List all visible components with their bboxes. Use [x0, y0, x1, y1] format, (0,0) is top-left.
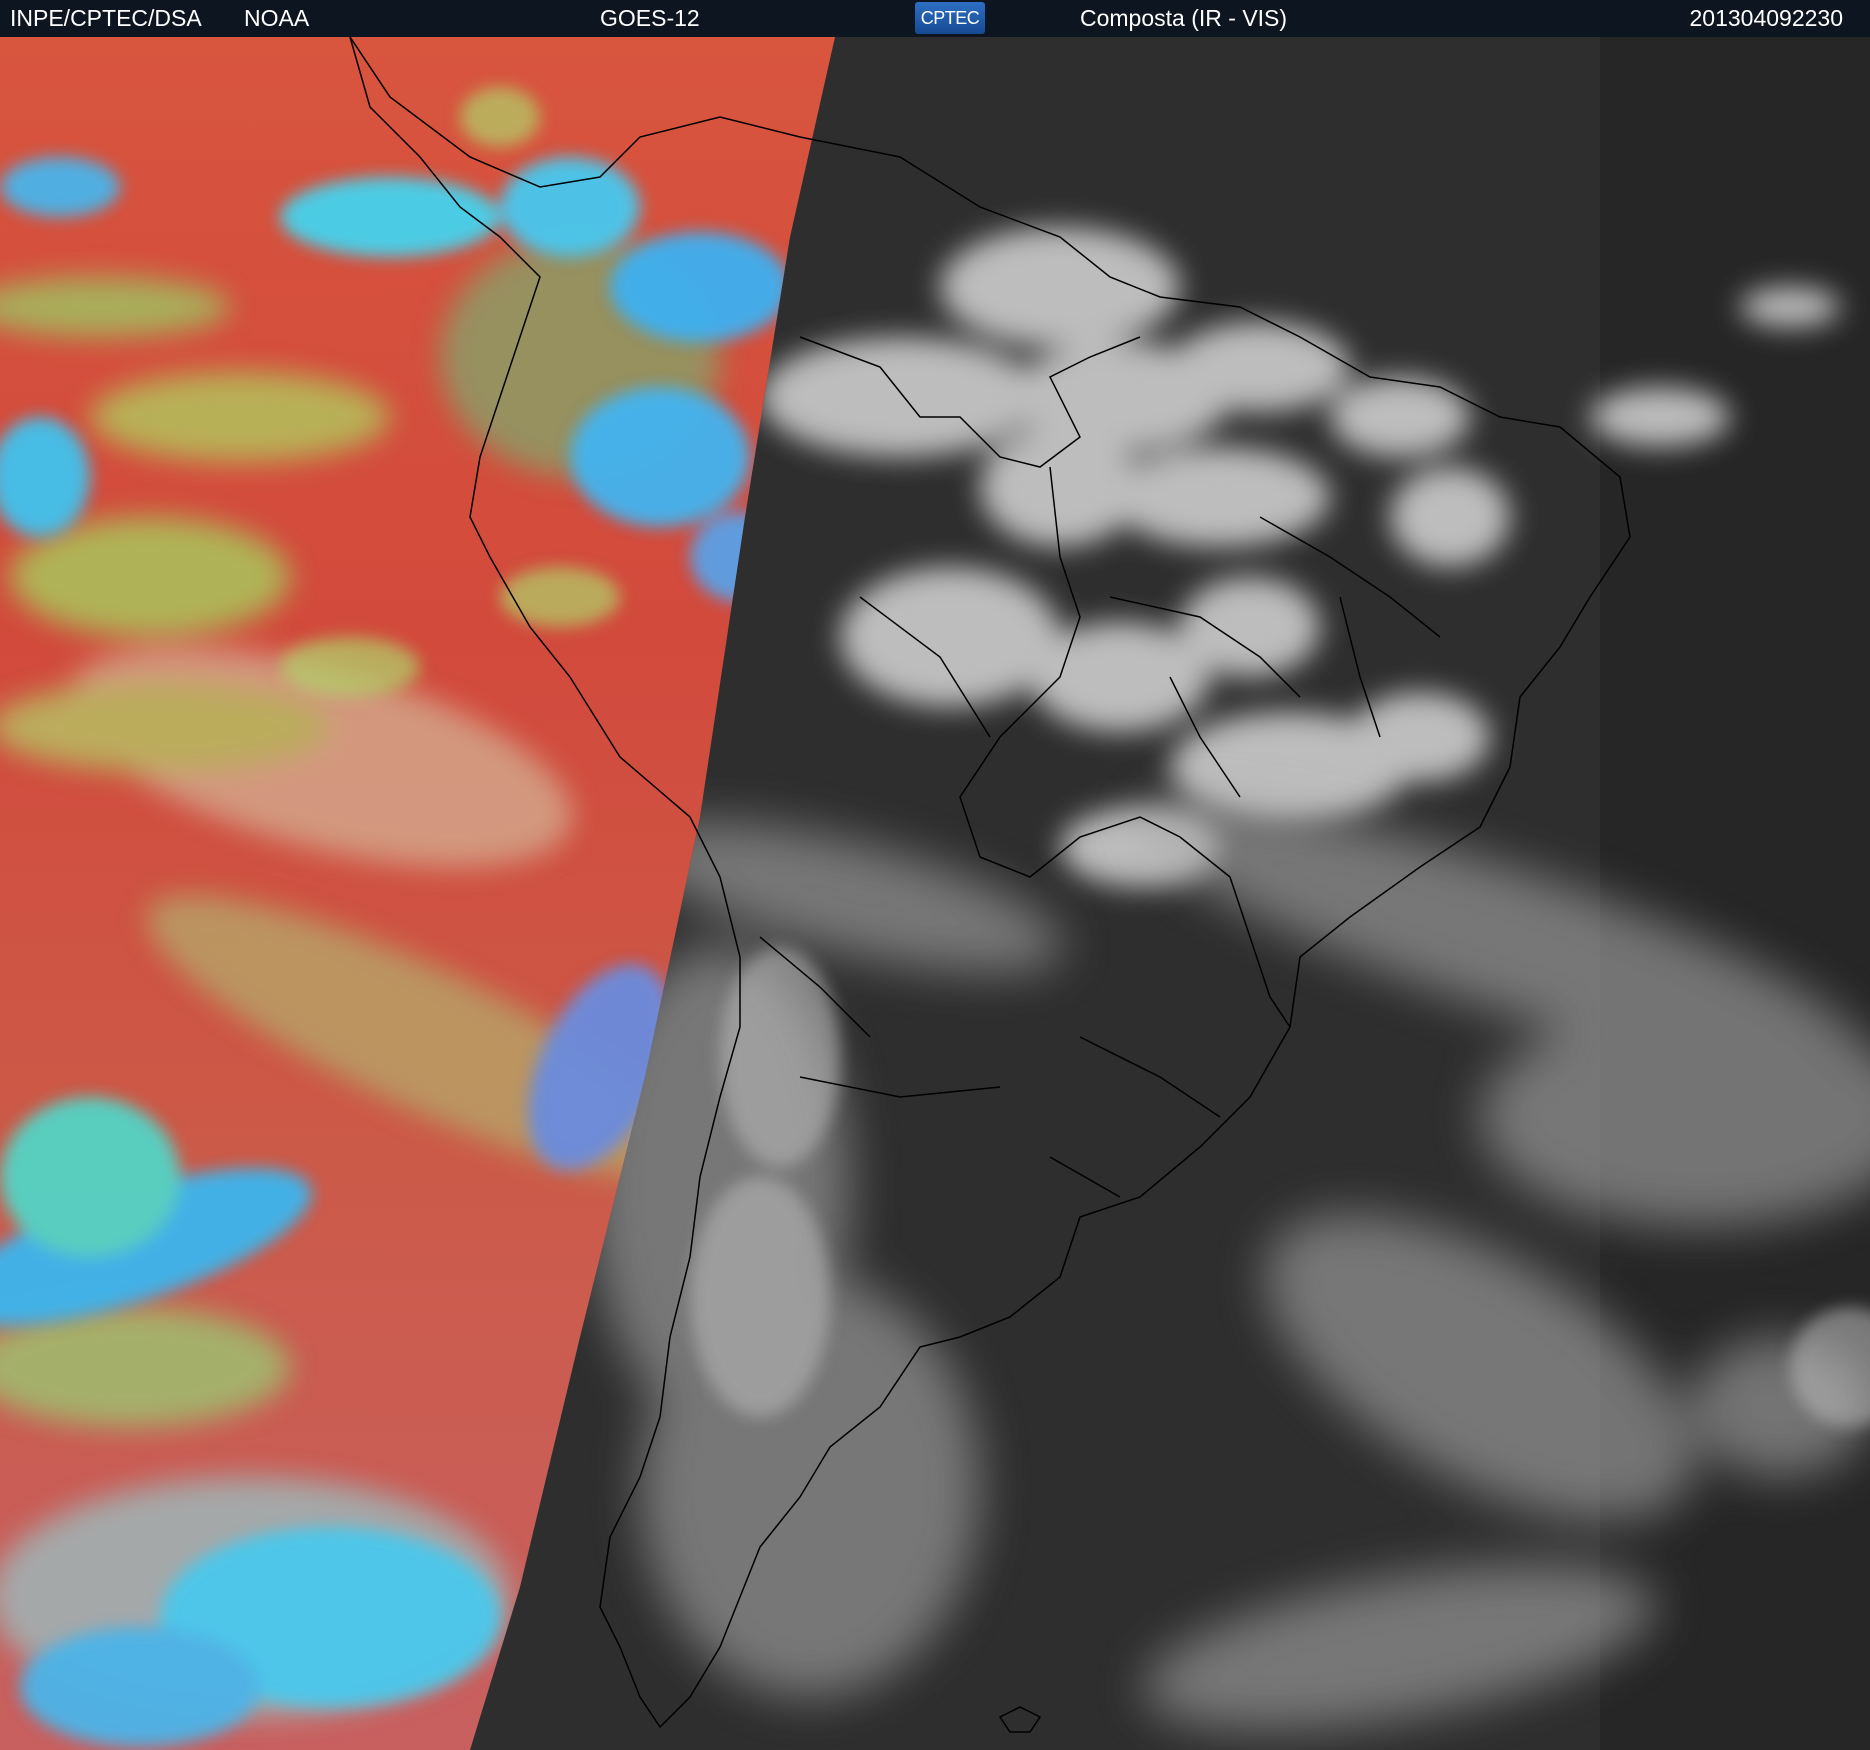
- source-label: NOAA: [244, 5, 310, 31]
- cptec-logo: CPTEC: [915, 2, 985, 34]
- satellite-image-frame: INPE/CPTEC/DSA NOAA GOES-12 CPTEC Compos…: [0, 0, 1870, 1750]
- agency-label: INPE/CPTEC/DSA: [10, 5, 202, 31]
- satellite-label: GOES-12: [600, 5, 700, 31]
- satellite-map: [0, 37, 1870, 1750]
- header-bar: INPE/CPTEC/DSA NOAA GOES-12 CPTEC Compos…: [0, 0, 1870, 37]
- product-label: Composta (IR - VIS): [1080, 5, 1288, 31]
- timestamp-label: 201304092230: [1689, 5, 1844, 31]
